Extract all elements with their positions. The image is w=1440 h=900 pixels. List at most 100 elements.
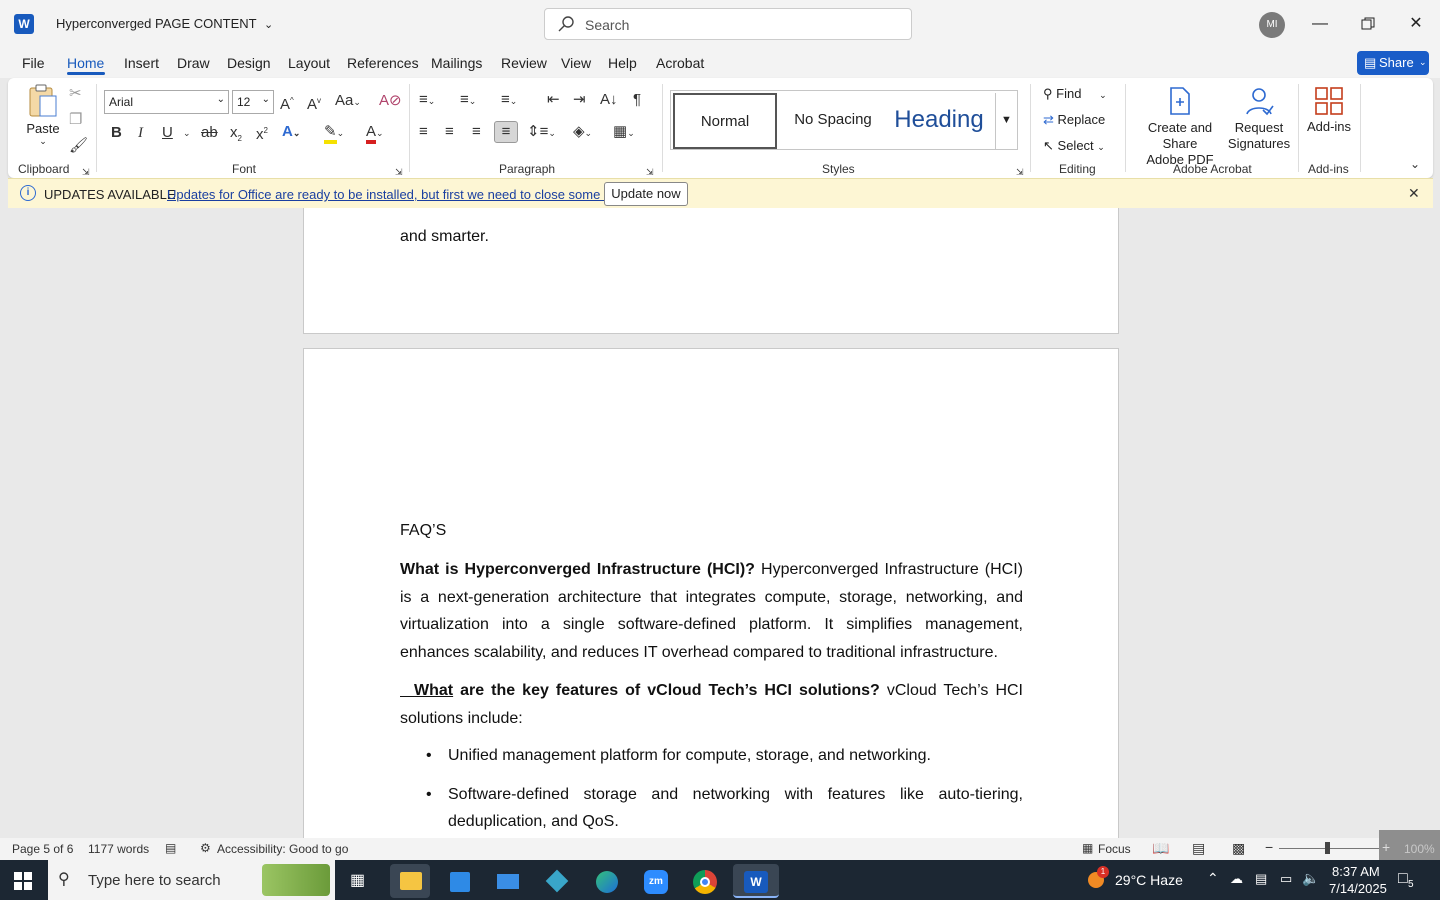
avatar[interactable]: MI (1259, 12, 1285, 38)
tab-references[interactable]: References (347, 55, 419, 71)
show-formatting-icon[interactable]: ¶ (633, 92, 641, 108)
chevron-down-icon[interactable]: ⌄ (183, 125, 191, 141)
change-case-icon[interactable]: Aa⌄ (335, 93, 361, 110)
notification-icon[interactable]: □ (1398, 870, 1408, 888)
store-icon[interactable] (440, 864, 480, 898)
numbering-icon[interactable]: ≡⌄ (460, 92, 476, 109)
replace-button[interactable]: ⇄ Replace (1043, 112, 1105, 128)
proofing-icon[interactable]: ▤ (165, 841, 176, 855)
search-input[interactable]: Search (544, 8, 912, 40)
font-size-combo[interactable]: 12 ⌄ (232, 90, 274, 114)
select-button[interactable]: ↖ Select ⌄ (1043, 138, 1105, 154)
infobar-message-link[interactable]: Updates for Office are ready to be insta… (167, 187, 636, 202)
volume-icon[interactable]: 🔈 (1302, 870, 1319, 887)
weather-text[interactable]: 29°C Haze (1115, 872, 1183, 888)
superscript-icon[interactable]: x2 (256, 123, 268, 143)
shrink-font-icon[interactable]: Av (307, 93, 321, 113)
subscript-icon[interactable]: x2 (230, 125, 242, 147)
style-heading[interactable]: Heading (885, 93, 993, 149)
cut-icon[interactable]: ✂ (69, 86, 82, 102)
tab-draw[interactable]: Draw (177, 55, 210, 71)
zoom-level[interactable]: 100% (1404, 842, 1435, 856)
shading-icon[interactable]: ◈⌄ (573, 124, 592, 141)
tab-review[interactable]: Review (501, 55, 547, 71)
network-icon[interactable]: ▭ (1280, 871, 1292, 887)
web-layout-icon[interactable]: ▩ (1232, 840, 1245, 857)
word-count[interactable]: 1177 words (88, 842, 149, 856)
highlight-color-icon[interactable]: ✎⌄ (324, 123, 344, 144)
grow-font-icon[interactable]: A^ (280, 93, 294, 113)
document-title[interactable]: Hyperconverged PAGE CONTENT ⌄ (56, 16, 273, 31)
windows-start-icon[interactable] (14, 872, 32, 893)
zoom-out-icon[interactable]: − (1265, 839, 1273, 855)
tab-help[interactable]: Help (608, 55, 637, 71)
file-explorer-icon[interactable] (390, 864, 430, 898)
tray-chevron-up-icon[interactable]: ⌃ (1207, 870, 1219, 887)
multilevel-list-icon[interactable]: ≡⌄ (501, 92, 517, 109)
zoom-slider-thumb[interactable] (1325, 842, 1330, 854)
style-no-spacing[interactable]: No Spacing (781, 93, 885, 149)
document-canvas[interactable]: and smarter. FAQ’S What is Hyperconverge… (0, 208, 1440, 838)
align-right-icon[interactable]: ≡ (472, 124, 481, 140)
align-left-icon[interactable]: ≡ (419, 124, 428, 140)
styles-more-icon[interactable]: ▼ (995, 93, 1017, 149)
font-color-icon[interactable]: A⌄ (366, 123, 384, 144)
copy-icon[interactable]: ❐ (69, 112, 82, 128)
zoom-in-icon[interactable]: + (1382, 839, 1390, 855)
format-painter-icon[interactable]: 🖌 (69, 138, 88, 154)
underline-icon[interactable]: U (162, 125, 173, 141)
bullets-icon[interactable]: ≡⌄ (419, 92, 435, 109)
page-indicator[interactable]: Page 5 of 6 (12, 842, 73, 856)
request-signatures-button[interactable]: Request Signatures (1226, 86, 1292, 152)
style-normal[interactable]: Normal (673, 93, 777, 149)
word-taskbar-icon[interactable]: W (733, 864, 779, 898)
increase-indent-icon[interactable]: ⇥ (573, 92, 586, 108)
tab-mailings[interactable]: Mailings (431, 55, 482, 71)
read-mode-icon[interactable]: 📖 (1152, 840, 1169, 857)
taskbar-search-input[interactable]: ⚲ Type here to search (48, 860, 335, 900)
sort-icon[interactable]: A↓ (600, 92, 618, 108)
security-icon[interactable]: ▤ (1255, 871, 1267, 887)
italic-icon[interactable]: I (138, 125, 143, 141)
borders-icon[interactable]: ▦⌄ (613, 124, 635, 141)
create-share-pdf-button[interactable]: Create and Share Adobe PDF (1132, 86, 1228, 168)
zoom-app-icon[interactable]: zm (635, 864, 675, 898)
onedrive-icon[interactable]: ☁ (1230, 871, 1243, 887)
collapse-ribbon-icon[interactable]: ⌄ (1410, 156, 1420, 172)
edge-icon[interactable] (586, 864, 626, 898)
clear-formatting-icon[interactable]: A⊘ (379, 93, 402, 109)
decrease-indent-icon[interactable]: ⇤ (547, 92, 560, 108)
paste-button[interactable]: Paste ⌄ (26, 84, 60, 147)
print-layout-icon[interactable]: ▤ (1192, 840, 1205, 857)
line-spacing-icon[interactable]: ⇕≡⌄ (527, 124, 556, 141)
tab-insert[interactable]: Insert (124, 55, 159, 71)
minimize-button[interactable]: — (1305, 10, 1335, 38)
find-button[interactable]: ⚲ Find ⌄ (1043, 86, 1107, 102)
addins-button[interactable]: Add-ins (1306, 86, 1352, 134)
close-window-button[interactable]: ✕ (1401, 10, 1431, 38)
strikethrough-icon[interactable]: ab (201, 125, 218, 141)
restore-button[interactable] (1353, 10, 1383, 38)
clock-date[interactable]: 7/14/2025 (1329, 881, 1387, 896)
font-name-combo[interactable]: Arial ⌄ (104, 90, 229, 114)
update-now-button[interactable]: Update now (604, 182, 688, 206)
accessibility-status[interactable]: Accessibility: Good to go (217, 842, 348, 856)
tab-view[interactable]: View (561, 55, 591, 71)
close-icon[interactable]: ✕ (1408, 185, 1420, 202)
app-diamond-icon[interactable] (537, 864, 577, 898)
share-button[interactable]: ▤ Share ⌄ (1357, 51, 1429, 75)
tab-acrobat[interactable]: Acrobat (656, 55, 704, 71)
bold-icon[interactable]: B (111, 125, 122, 141)
chrome-icon[interactable] (684, 864, 724, 898)
tab-home[interactable]: Home (67, 55, 104, 71)
task-view-icon[interactable]: ▦ (350, 870, 365, 890)
tab-layout[interactable]: Layout (288, 55, 330, 71)
mail-icon[interactable] (488, 864, 528, 898)
align-center-icon[interactable]: ≡ (445, 124, 454, 140)
justify-icon[interactable]: ≡ (494, 121, 518, 143)
clock-time[interactable]: 8:37 AM (1332, 864, 1380, 879)
tab-design[interactable]: Design (227, 55, 271, 71)
tab-file[interactable]: File (22, 55, 45, 71)
focus-button[interactable]: Focus (1098, 842, 1131, 856)
text-effects-icon[interactable]: A⌄ (282, 124, 300, 141)
